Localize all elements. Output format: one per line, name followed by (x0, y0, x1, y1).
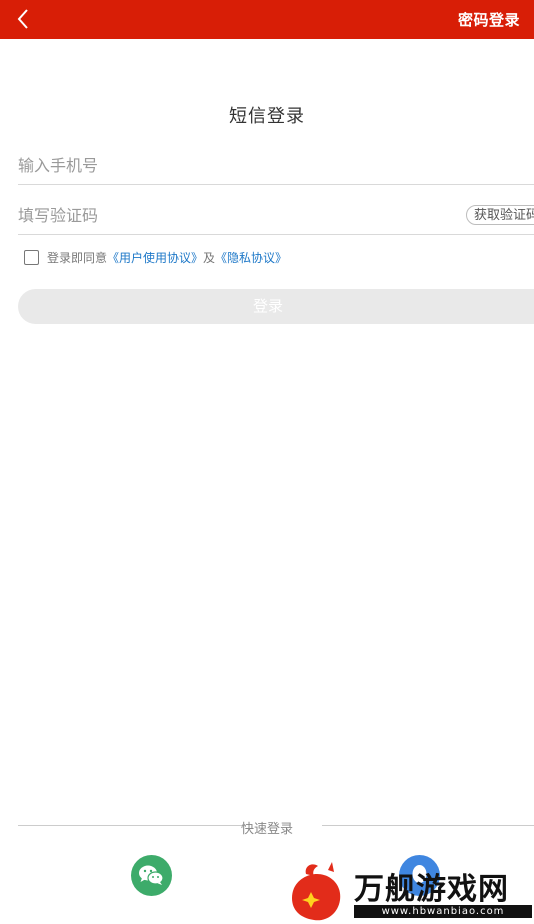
watermark-logo-icon (292, 862, 341, 921)
page-title: 短信登录 (229, 106, 305, 127)
top-bar: 密码登录 (0, 0, 534, 39)
code-field: 获取验证码 (18, 198, 534, 235)
chevron-left-icon (17, 9, 28, 29)
agreement-row: 登录即同意 《用户使用协议》 及 《隐私协议》 (24, 248, 287, 266)
watermark-name: 万舰游戏网 (354, 872, 509, 907)
watermark: 万舰游戏网 www.hbwanbiao.com (284, 860, 534, 924)
agreement-prefix: 登录即同意 (47, 250, 108, 265)
quick-login-label: 快速登录 (240, 822, 293, 837)
code-input[interactable] (18, 198, 448, 232)
sms-login-screen: 密码登录 短信登录 获取验证码 登录即同意 《用户使用协议》 及 《隐私协议》 … (0, 0, 534, 924)
password-login-link[interactable]: 密码登录 (458, 9, 520, 30)
agreement-checkbox[interactable] (24, 249, 39, 265)
wechat-icon (139, 865, 164, 885)
divider-line-right (322, 825, 534, 826)
phone-field (18, 148, 534, 185)
get-code-button[interactable]: 获取验证码 (466, 205, 534, 225)
quick-login-divider: 快速登录 (18, 816, 534, 837)
privacy-link[interactable]: 《隐私协议》 (215, 249, 287, 266)
watermark-url: www.hbwanbiao.com (354, 905, 532, 918)
back-button[interactable] (10, 5, 38, 33)
phone-input[interactable] (18, 148, 448, 182)
wechat-login-button[interactable] (131, 855, 172, 896)
agreement-conjunction: 及 (203, 250, 216, 265)
user-agreement-link[interactable]: 《用户使用协议》 (107, 249, 203, 266)
login-button[interactable]: 登录 (18, 289, 534, 324)
